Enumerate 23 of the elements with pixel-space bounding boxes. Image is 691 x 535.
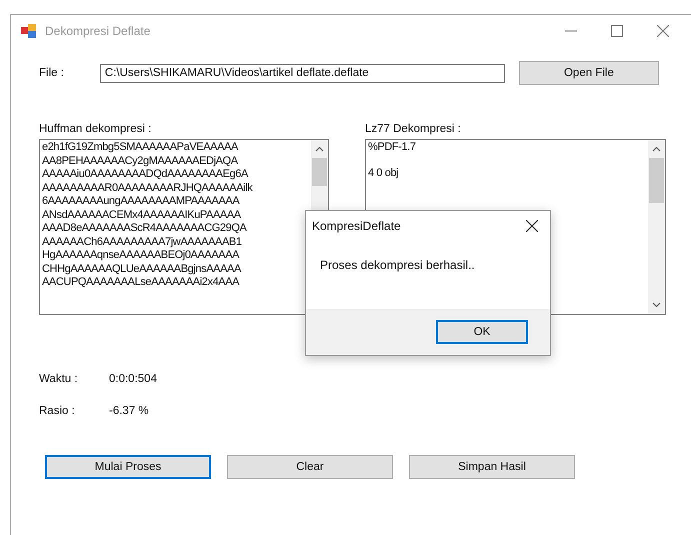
text-line: ANsdAAAAAACEMx4AAAAAAIKuPAAAAA [42,208,242,222]
text-line: AAAAAACh6AAAAAAAAA7jwAAAAAAAB1 [42,236,243,249]
stat-label: Rasio : [39,405,76,417]
dialog-title: KompresiDeflate [312,219,401,233]
file-label: File : [39,67,64,79]
lz77-label: Lz77 Dekompresi : [365,123,462,135]
window-title: Dekompresi Deflate [45,24,150,38]
text-line: 4 0 obj [368,166,400,180]
text-line: AAAD8eAAAAAAAScR4AAAAAAACG29QA [42,222,248,236]
huffman-label: Huffman dekompresi : [39,123,152,135]
text-line: AACUPQAAAAAAALseAAAAAAAi2x4AAA [42,276,240,290]
text-line: 6AAAAAAAAungAAAAAAAAMPAAAAAAA [42,195,240,208]
text-line: AAAAAAAAAR0AAAAAAAARJHQAAAAAAilk [42,182,254,195]
dialog-message: Proses dekompresi berhasil.. [319,257,476,274]
text-line: %PDF-1.7 [368,141,417,154]
stat-value: 0:0:0:504 [109,373,158,385]
text-line: AA8PEHAAAAAACy2gMAAAAAAEDjAQA [42,154,239,168]
text-line: CHHgAAAAAAQLUeAAAAAABgjnsAAAAA [42,262,242,276]
stat-value: -6.37 % [109,405,150,417]
text-line: e2h1fG19Zmbg5SMAAAAAAPaVEAAAAA [42,141,240,154]
stat-label: Waktu : [39,373,79,385]
text-line: AAAAAiu0AAAAAAAADQdAAAAAAAAEg6A [42,168,250,182]
text-line: HgAAAAAAqnseAAAAAABEOj0AAAAAAA [42,249,240,262]
